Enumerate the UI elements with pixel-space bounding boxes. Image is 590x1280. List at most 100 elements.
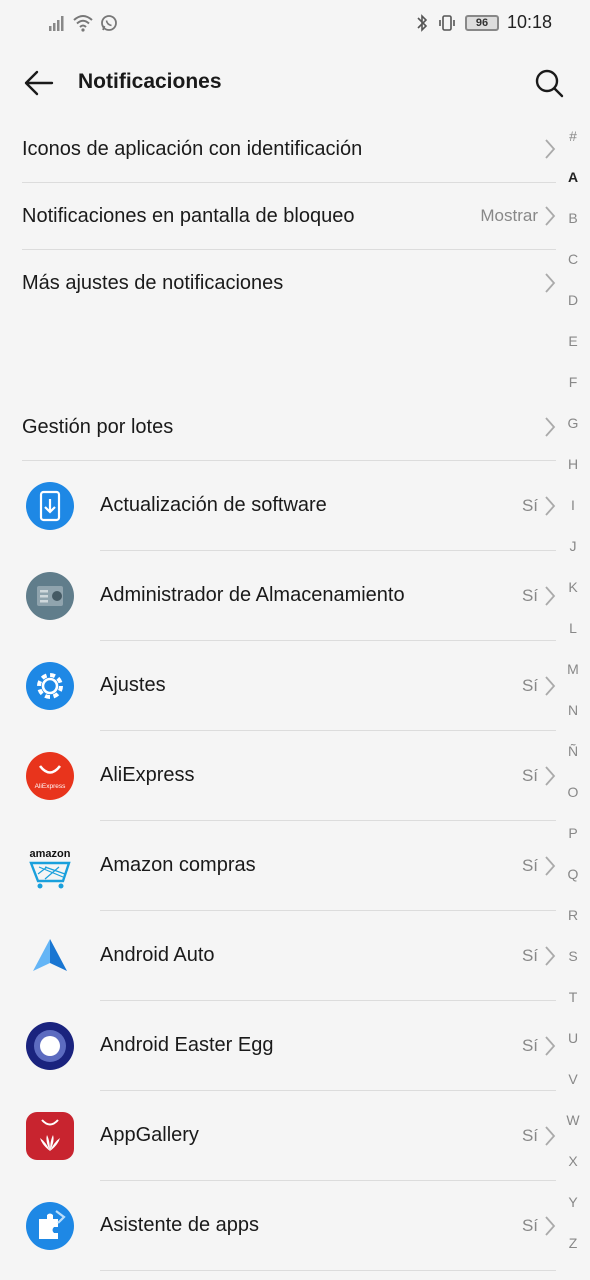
- content-area: Iconos de aplicación con identificación …: [0, 116, 590, 1280]
- index-letter[interactable]: G: [560, 415, 586, 431]
- battery-indicator: 96: [464, 14, 499, 31]
- app-row-android-easter-egg[interactable]: Android Easter Egg Sí: [0, 1001, 556, 1091]
- index-letter[interactable]: J: [560, 538, 586, 554]
- appgallery-icon: [26, 1112, 74, 1160]
- app-row-appgallery[interactable]: AppGallery Sí: [0, 1091, 556, 1181]
- app-status: Sí: [521, 1216, 538, 1235]
- index-letter[interactable]: L: [560, 620, 586, 636]
- index-letter[interactable]: Z: [560, 1235, 586, 1251]
- index-letter[interactable]: T: [560, 989, 586, 1005]
- index-letter[interactable]: F: [560, 374, 586, 390]
- app-assistant-icon: [26, 1202, 74, 1250]
- vibrate-icon: [439, 14, 455, 31]
- chevron-right-icon: [545, 946, 556, 966]
- index-letter[interactable]: S: [560, 948, 586, 964]
- index-letter[interactable]: H: [560, 456, 586, 472]
- divider: [100, 1270, 556, 1271]
- aliexpress-icon: AliExpress: [26, 752, 74, 800]
- app-name: AliExpress: [100, 764, 195, 786]
- whatsapp-icon: [101, 15, 117, 31]
- app-row-amazon[interactable]: amazon Amazon compras Sí: [0, 821, 556, 911]
- status-bar: 96 10:18: [0, 0, 590, 50]
- index-letter[interactable]: P: [560, 825, 586, 841]
- status-right: 96 10:18: [415, 12, 552, 33]
- index-letter[interactable]: U: [560, 1030, 586, 1046]
- app-row-software-update[interactable]: Actualización de software Sí: [0, 461, 556, 551]
- chevron-right-icon: [545, 676, 556, 696]
- aliexpress-logo-text: AliExpress: [35, 783, 66, 790]
- index-letter[interactable]: K: [560, 579, 586, 595]
- chevron-right-icon: [545, 496, 556, 516]
- app-name: Ajustes: [100, 674, 166, 696]
- index-letter[interactable]: R: [560, 907, 586, 923]
- index-letter[interactable]: N: [560, 702, 586, 718]
- setting-value: Mostrar: [480, 206, 538, 225]
- batch-management-setting[interactable]: Gestión por lotes: [22, 394, 556, 460]
- storage-manager-icon: [26, 572, 74, 620]
- app-row-aliexpress[interactable]: AliExpress AliExpress Sí: [0, 731, 556, 821]
- app-name: Android Auto: [100, 944, 215, 966]
- more-notification-settings[interactable]: Más ajustes de notificaciones: [22, 250, 556, 316]
- app-name: Android Easter Egg: [100, 1034, 274, 1056]
- amazon-icon: amazon: [25, 841, 75, 891]
- index-letter[interactable]: O: [560, 784, 586, 800]
- app-status: Sí: [521, 676, 538, 695]
- index-letter[interactable]: Ñ: [560, 743, 586, 759]
- app-row-storage-manager[interactable]: Administrador de Almacenamiento Sí: [0, 551, 556, 641]
- chevron-right-icon: [545, 856, 556, 876]
- android-easter-egg-icon: [26, 1022, 74, 1070]
- back-arrow-icon[interactable]: [22, 68, 56, 98]
- index-letter[interactable]: D: [560, 292, 586, 308]
- app-status: Sí: [521, 766, 538, 785]
- app-row-android-auto[interactable]: Android Auto Sí: [0, 911, 556, 1001]
- clock: 10:18: [506, 12, 552, 32]
- search-icon[interactable]: [534, 68, 564, 98]
- software-update-icon: [26, 482, 74, 530]
- index-letter[interactable]: Y: [560, 1194, 586, 1210]
- setting-label: Más ajustes de notificaciones: [22, 271, 284, 294]
- setting-label: Gestión por lotes: [22, 415, 174, 438]
- alphabet-index[interactable]: # A B C D E F G H I J K L M N Ñ O P Q R S T U V W X Y Z: [560, 128, 586, 1278]
- status-left: [48, 14, 118, 32]
- index-letter[interactable]: B: [560, 210, 586, 226]
- app-status: Sí: [521, 1036, 538, 1055]
- chevron-right-icon: [545, 139, 556, 159]
- index-letter[interactable]: #: [560, 128, 586, 144]
- setting-label: Iconos de aplicación con identificación: [22, 137, 363, 160]
- app-status: Sí: [521, 946, 538, 965]
- app-name: Asistente de apps: [100, 1214, 259, 1236]
- settings-gear-icon: [26, 662, 74, 710]
- signal-icon: [49, 16, 64, 31]
- badge-icons-setting[interactable]: Iconos de aplicación con identificación: [22, 116, 556, 182]
- index-letter[interactable]: V: [560, 1071, 586, 1087]
- chevron-right-icon: [545, 1126, 556, 1146]
- index-letter[interactable]: A: [560, 169, 586, 185]
- index-letter[interactable]: I: [560, 497, 586, 513]
- app-name: Amazon compras: [100, 854, 256, 876]
- index-letter[interactable]: X: [560, 1153, 586, 1169]
- page-title: Notificaciones: [78, 70, 222, 93]
- app-status: Sí: [521, 856, 538, 875]
- index-letter[interactable]: Q: [560, 866, 586, 882]
- app-bar: Notificaciones: [0, 50, 590, 116]
- chevron-right-icon: [545, 417, 556, 437]
- setting-label: Notificaciones en pantalla de bloqueo: [22, 204, 355, 227]
- wifi-icon: [73, 15, 93, 32]
- lock-screen-notifications-setting[interactable]: Notificaciones en pantalla de bloqueo Mo…: [22, 183, 556, 249]
- index-letter[interactable]: C: [560, 251, 586, 267]
- app-name: Actualización de software: [100, 494, 327, 516]
- chevron-right-icon: [545, 273, 556, 293]
- app-status: Sí: [521, 1126, 538, 1145]
- app-row-app-assistant[interactable]: Asistente de apps Sí: [0, 1181, 556, 1271]
- chevron-right-icon: [545, 586, 556, 606]
- index-letter[interactable]: E: [560, 333, 586, 349]
- app-name: AppGallery: [100, 1124, 199, 1146]
- android-auto-icon: [33, 939, 67, 971]
- index-letter[interactable]: M: [560, 661, 586, 677]
- amazon-logo-text: amazon: [30, 848, 71, 860]
- app-row-settings[interactable]: Ajustes Sí: [0, 641, 556, 731]
- chevron-right-icon: [545, 1036, 556, 1056]
- chevron-right-icon: [545, 206, 556, 226]
- app-status: Sí: [521, 496, 538, 515]
- index-letter[interactable]: W: [560, 1112, 586, 1128]
